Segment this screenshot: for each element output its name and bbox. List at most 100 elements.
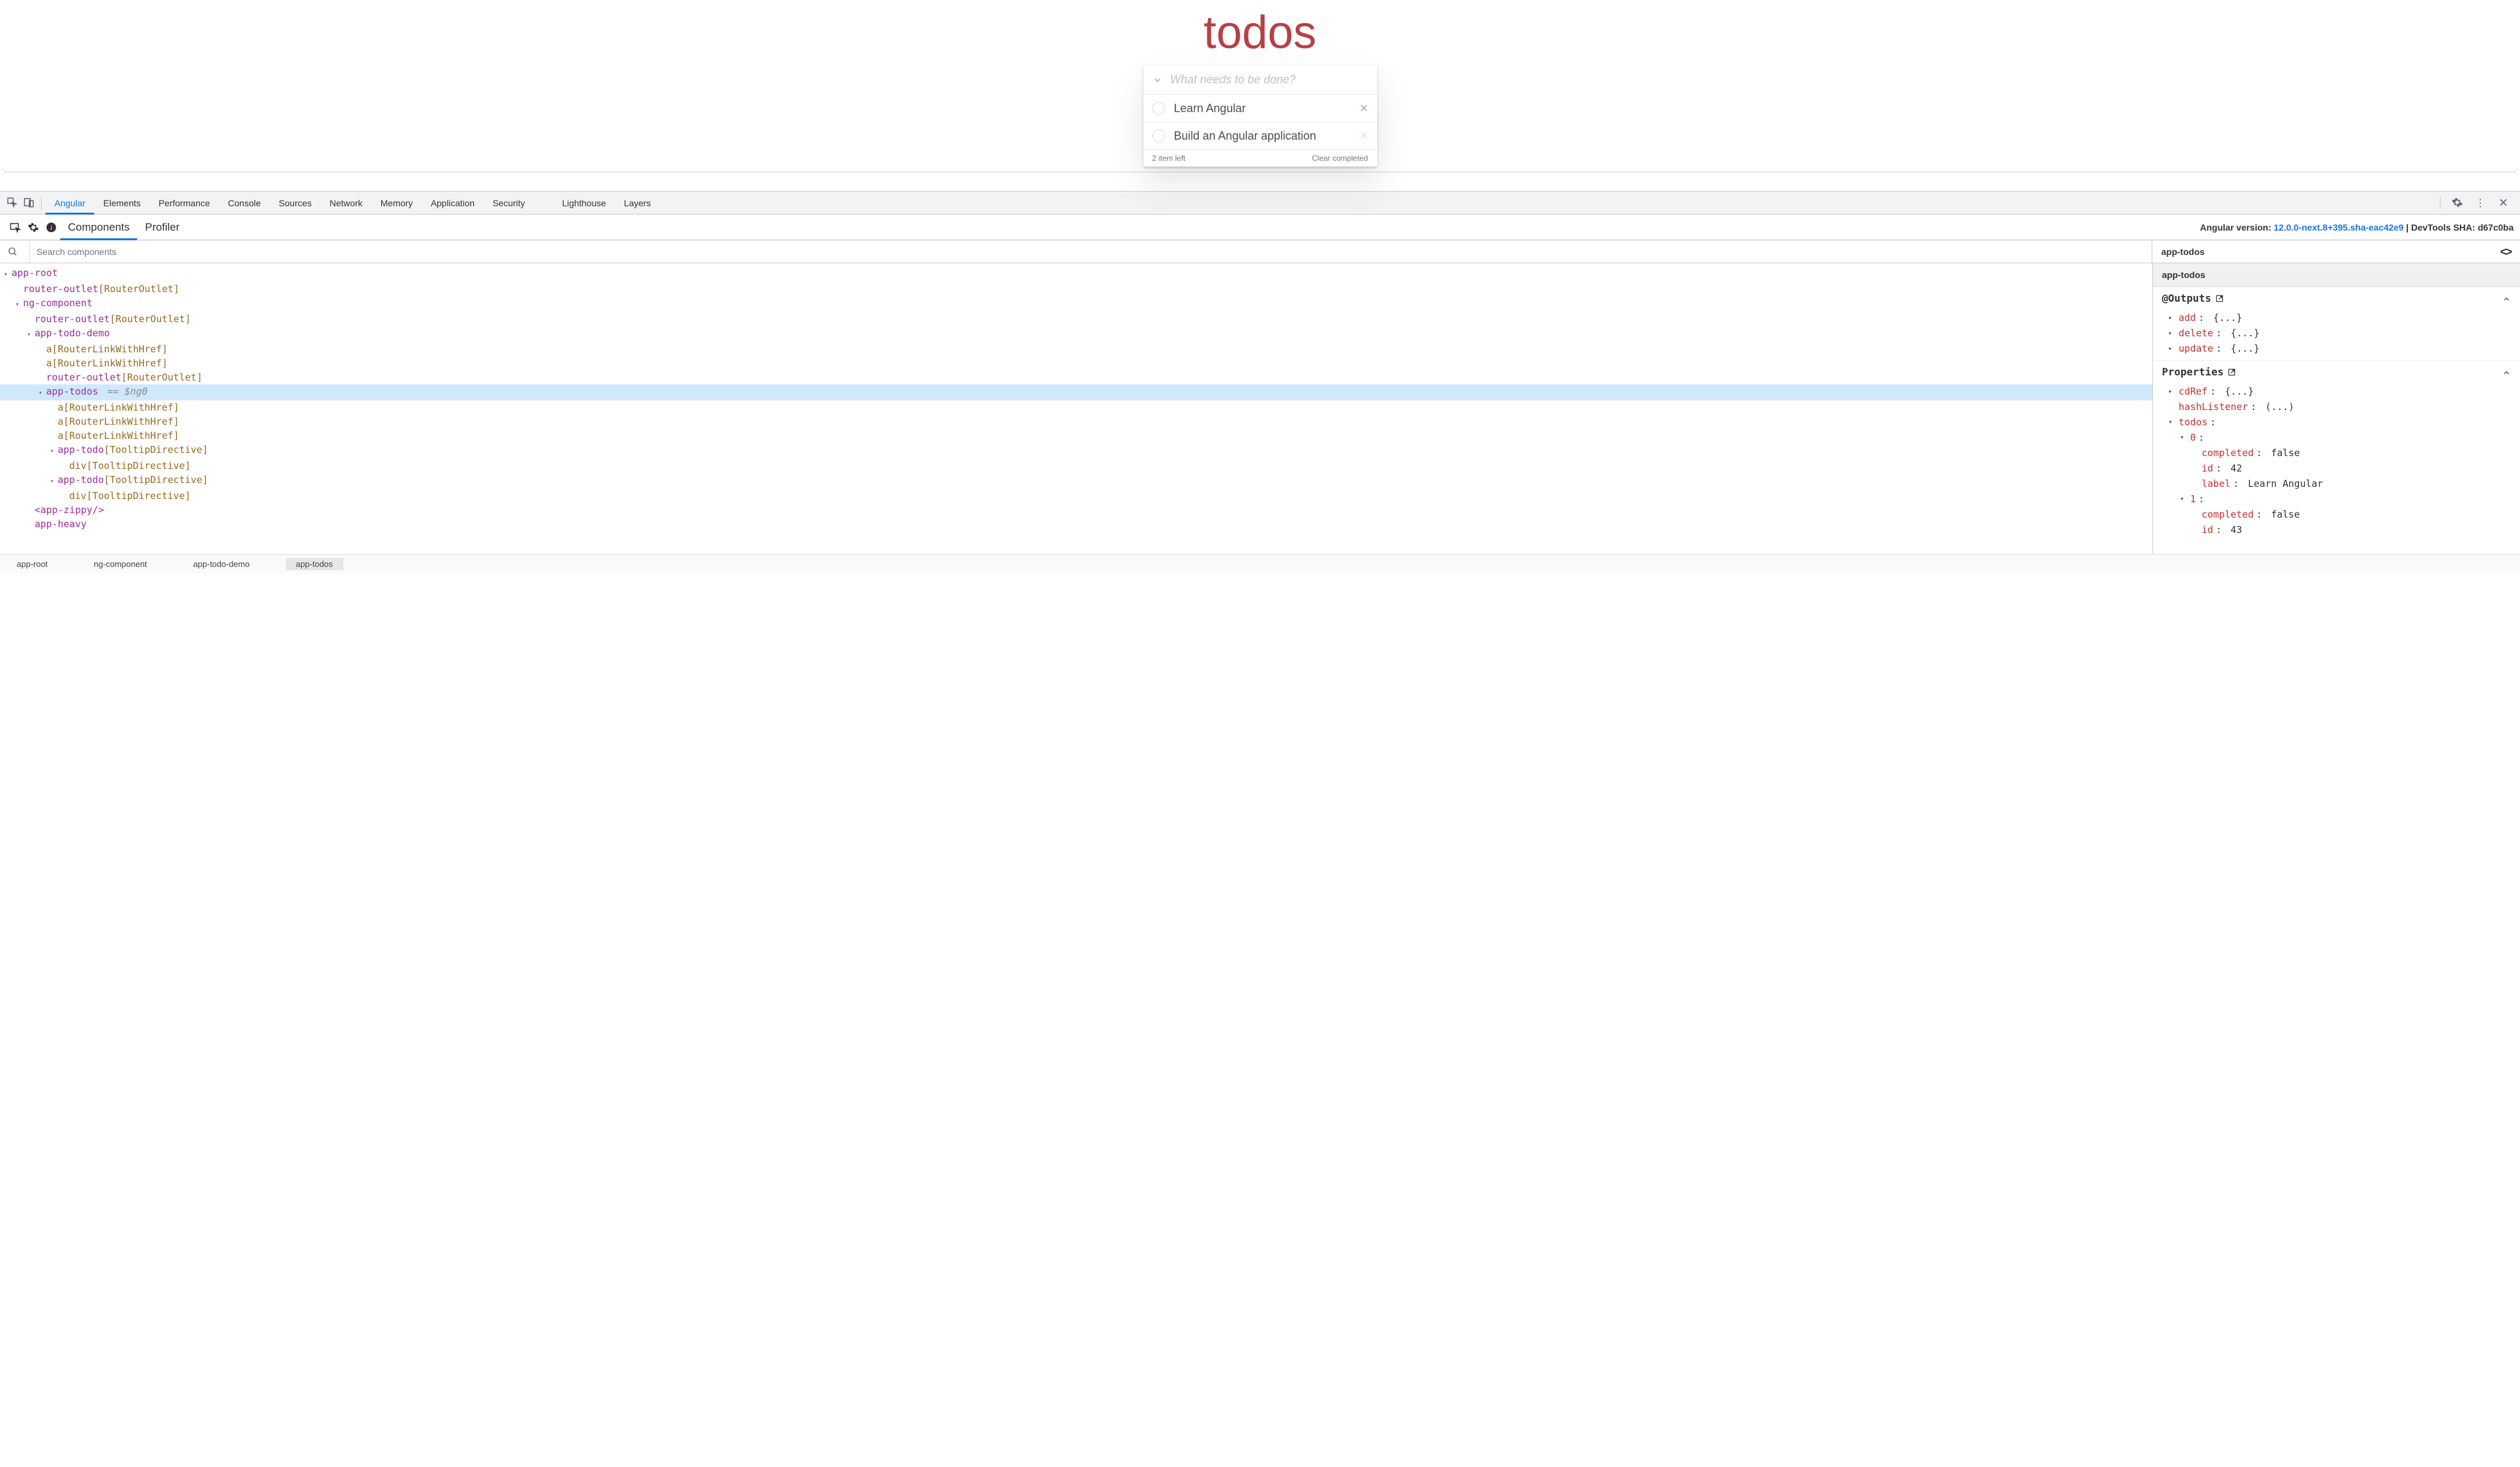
todo-checkbox[interactable] [1152,102,1165,115]
property-row[interactable]: label:Learn Angular [2153,476,2520,491]
tree-row[interactable]: ▾app-todo[TooltipDirective] [0,443,2152,459]
devtools-panel: Angular Elements Performance Console Sou… [0,191,2520,573]
open-external-icon[interactable] [2227,365,2236,380]
tab-application[interactable]: Application [421,192,484,215]
caret-icon[interactable]: ▾ [50,475,58,489]
todo-card: Learn Angular × Build an Angular applica… [1143,65,1377,167]
svg-text:i: i [51,225,53,232]
caret-icon[interactable]: ▾ [38,386,46,400]
gear-icon[interactable] [2451,197,2464,208]
breadcrumb: app-root ng-component app-todo-demo app-… [0,554,2520,573]
tree-row[interactable]: ▾ng-component [0,296,2152,312]
tab-performance[interactable]: Performance [150,192,219,215]
property-row[interactable]: completed:false [2153,507,2520,522]
component-tree[interactable]: ▾app-rootrouter-outlet[RouterOutlet]▾ng-… [0,263,2152,554]
close-icon[interactable]: × [1360,100,1368,117]
crumb-app-root[interactable]: app-root [6,558,58,570]
output-row[interactable]: ▸add :{...} [2153,310,2520,325]
tab-angular[interactable]: Angular [45,192,94,215]
tab-lighthouse[interactable]: Lighthouse [553,192,616,215]
todo-item: Build an Angular application × [1143,122,1377,150]
angular-version-label: Angular version: 12.0.0-next.8+395.sha-e… [2200,222,2514,233]
tree-row[interactable]: <app-zippy/> [0,503,2152,517]
tree-row[interactable]: a[RouterLinkWithHref] [0,356,2152,370]
search-input[interactable] [29,241,2144,263]
tab-sources[interactable]: Sources [270,192,320,215]
tree-row[interactable]: div[TooltipDirective] [0,489,2152,503]
tree-row[interactable]: app-heavy [0,517,2152,531]
outputs-section[interactable]: @Outputs [2153,287,2520,310]
close-icon[interactable]: × [1360,127,1368,144]
output-row[interactable]: ▸update :{...} [2153,341,2520,356]
todos-title: todos [0,6,2520,59]
property-row[interactable]: id:43 [2153,522,2520,537]
caret-icon[interactable]: ▾ [50,445,58,459]
search-icon[interactable] [8,246,23,258]
tab-network[interactable]: Network [321,192,372,215]
tree-row[interactable]: router-outlet[RouterOutlet] [0,312,2152,326]
property-row[interactable]: completed:false [2153,445,2520,461]
open-external-icon[interactable] [2215,291,2224,306]
property-row[interactable]: ▾todos : [2153,414,2520,430]
todo-label: Build an Angular application [1174,129,1360,143]
property-row[interactable]: id:42 [2153,461,2520,476]
properties-label: Properties [2162,365,2223,380]
outputs-label: @Outputs [2162,291,2211,306]
tab-layers[interactable]: Layers [615,192,660,215]
crumb-app-todo-demo[interactable]: app-todo-demo [183,558,260,570]
inspect-icon[interactable] [4,197,20,208]
tree-row[interactable]: ▾app-root [0,266,2152,282]
tab-elements[interactable]: Elements [94,192,149,215]
caret-icon[interactable]: ▾ [4,268,12,282]
close-icon[interactable] [2497,197,2510,209]
todo-footer: 2 item left Clear completed [1143,150,1377,167]
tab-security[interactable]: Security [484,192,534,215]
crumb-ng-component[interactable]: ng-component [83,558,157,570]
tree-row[interactable]: a[RouterLinkWithHref] [0,400,2152,414]
version-prefix: Angular version: [2200,222,2273,233]
output-row[interactable]: ▸delete :{...} [2153,325,2520,341]
tree-row[interactable]: ▾app-todo-demo [0,326,2152,342]
todo-input[interactable] [1170,73,1368,86]
search-row: app-todos <> [0,240,2520,263]
inspect-component-icon[interactable] [6,220,24,234]
chevron-up-icon[interactable] [2502,291,2511,306]
caret-icon[interactable]: ▾ [15,298,23,312]
tree-row[interactable]: router-outlet[RouterOutlet] [0,370,2152,384]
tree-row[interactable]: a[RouterLinkWithHref] [0,414,2152,429]
tree-row[interactable]: ▾app-todo[TooltipDirective] [0,473,2152,489]
property-row[interactable]: hashListener:(...) [2153,399,2520,414]
device-toggle-icon[interactable] [20,197,37,208]
tree-row[interactable]: router-outlet[RouterOutlet] [0,282,2152,296]
tab-components[interactable]: Components [60,215,137,240]
code-brackets-icon[interactable]: <> [2500,245,2511,259]
todo-checkbox[interactable] [1152,129,1165,142]
todo-input-row [1143,65,1377,95]
tab-profiler[interactable]: Profiler [137,215,187,240]
properties-section[interactable]: Properties [2153,360,2520,384]
crumb-app-todos[interactable]: app-todos [286,558,343,570]
version-link[interactable]: 12.0.0-next.8+395.sha-eac42e9 [2274,222,2404,233]
chevron-down-icon[interactable] [1152,73,1163,86]
property-row[interactable]: ▾0 : [2153,430,2520,445]
todo-item: Learn Angular × [1143,95,1377,122]
clear-completed-button[interactable]: Clear completed [1312,154,1368,163]
props-header: app-todos [2153,263,2520,287]
todo-count: 2 item left [1152,154,1186,163]
property-row[interactable]: ▸cdRef :{...} [2153,384,2520,399]
tab-memory[interactable]: Memory [372,192,422,215]
tree-row[interactable]: a[RouterLinkWithHref] [0,429,2152,443]
app-viewport: todos Learn Angular × Build an Angular a… [0,0,2520,191]
caret-icon[interactable]: ▾ [27,328,35,342]
properties-pane: app-todos @Outputs ▸add :{...}▸delete :{… [2152,263,2520,554]
tab-console[interactable]: Console [219,192,270,215]
gear-icon[interactable] [24,220,42,234]
kebab-menu-icon[interactable]: ⋮ [2474,197,2487,209]
tree-row[interactable]: ▾app-todos== $ng0 [0,384,2152,400]
property-row[interactable]: ▾1 : [2153,491,2520,507]
chevron-up-icon[interactable] [2502,365,2511,380]
tree-row[interactable]: div[TooltipDirective] [0,459,2152,473]
info-icon[interactable]: i [42,220,60,234]
sha-label: | DevTools SHA: d67c0ba [2403,222,2514,233]
tree-row[interactable]: a[RouterLinkWithHref] [0,342,2152,356]
